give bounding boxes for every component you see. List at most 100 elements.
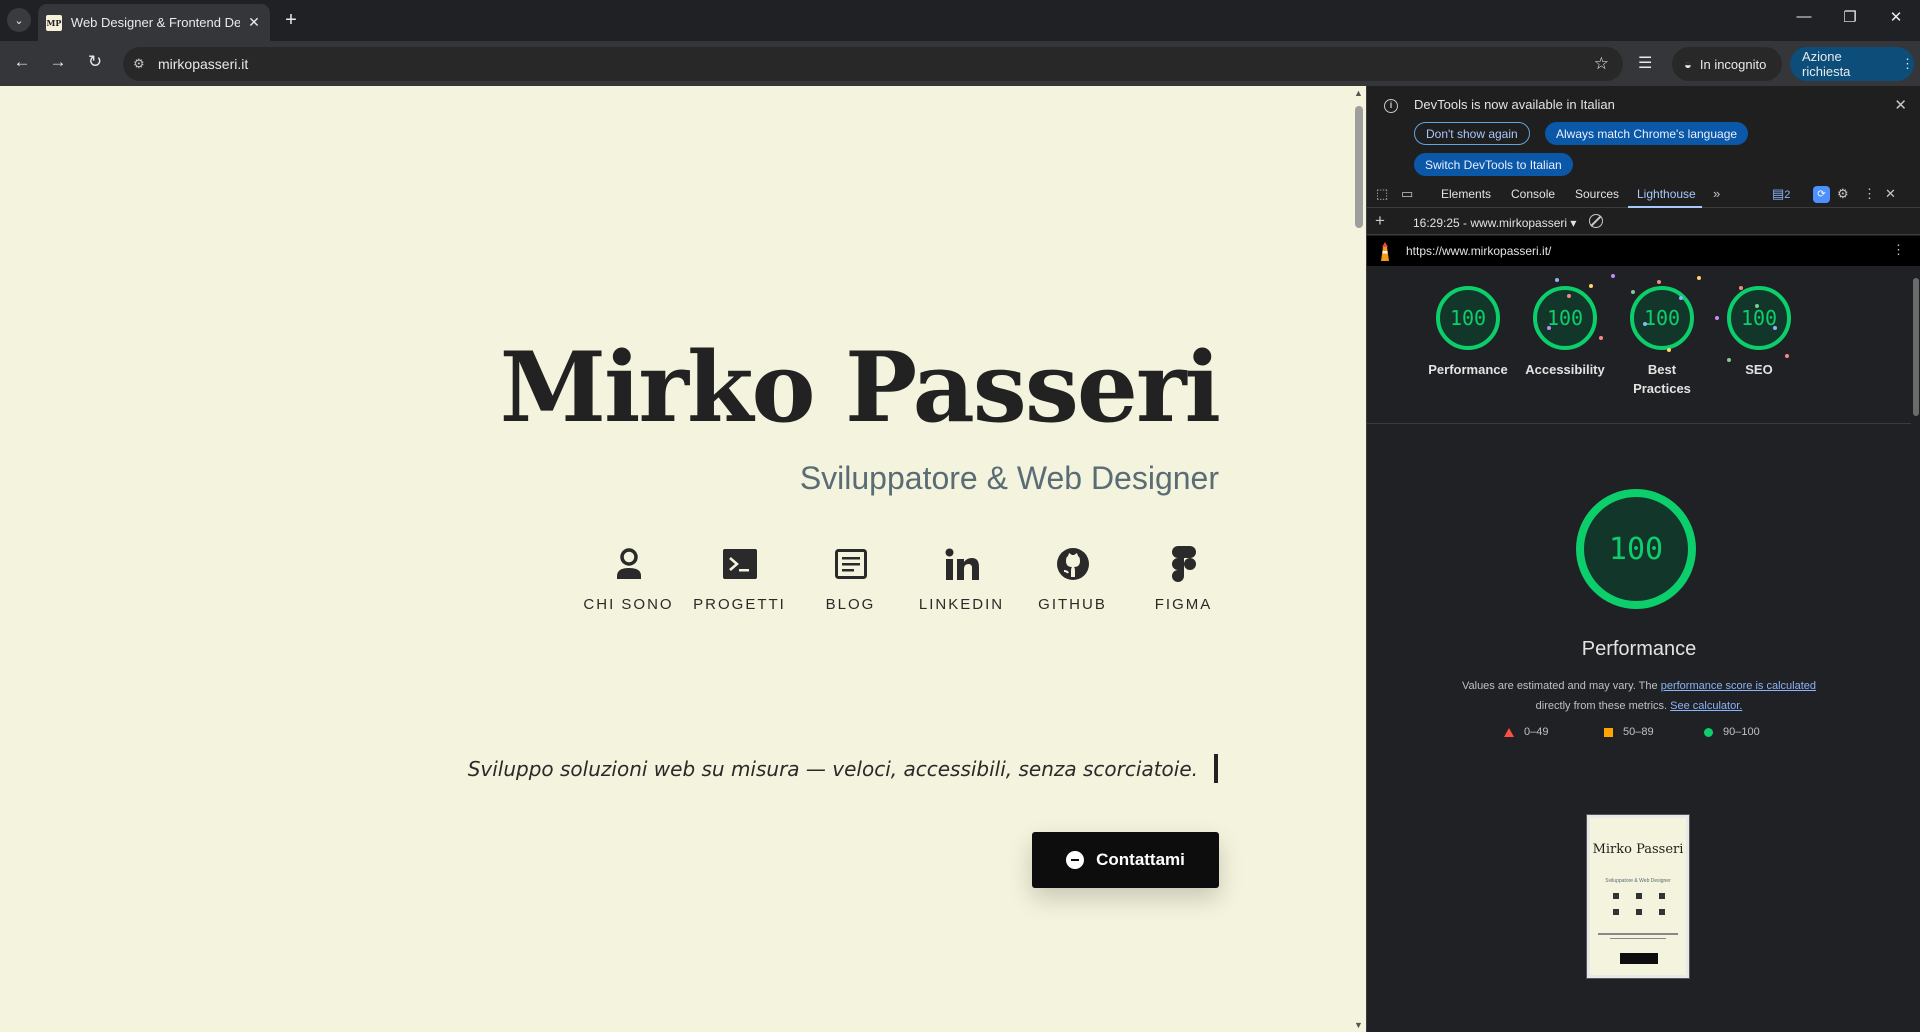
address-url[interactable]: mirkopasseri.it	[158, 56, 248, 72]
window-close-icon[interactable]: ✕	[1884, 8, 1908, 26]
gauge-label: Best Practices	[1633, 362, 1691, 396]
issues-icon[interactable]: ▤2	[1772, 186, 1790, 202]
back-arrow-icon[interactable]: ←	[10, 52, 34, 72]
new-tab-plus-icon[interactable]: +	[280, 9, 302, 31]
contact-button-label: Contattami	[1096, 850, 1185, 869]
media-controls-icon[interactable]: ☰	[1638, 53, 1652, 73]
hero-subtitle: Sviluppatore & Web Designer	[799, 460, 1219, 496]
dont-show-again-button[interactable]: Don't show again	[1414, 122, 1530, 145]
gauge-score: 100	[1533, 286, 1597, 350]
reload-icon[interactable]: ↻	[83, 52, 107, 72]
link-figma[interactable]: FIGMA	[1128, 544, 1239, 613]
scroll-down-arrow-icon[interactable]: ▼	[1354, 1020, 1363, 1030]
performance-score-link[interactable]: performance score is calculated	[1661, 680, 1816, 692]
contact-button[interactable]: Contattami	[1032, 832, 1219, 888]
browser-tab[interactable]: MP Web Designer & Frontend Developer ✕	[38, 4, 270, 41]
performance-title: Performance	[1581, 638, 1697, 660]
tagline-text: Sviluppo soluzioni web su misura — veloc…	[467, 756, 1198, 781]
devtools-menu-icon[interactable]: ⋮	[1863, 186, 1876, 202]
gauge-score: 100	[1630, 286, 1694, 350]
kebab-menu-icon[interactable]: ⋮	[1901, 56, 1914, 72]
issues-count: 2	[1784, 189, 1791, 201]
active-tab-underline	[1628, 206, 1702, 208]
gauge-score: 100	[1727, 286, 1791, 350]
gauge-accessibility[interactable]: 100 Accessibility	[1515, 286, 1615, 379]
tab-elements[interactable]: Elements	[1441, 187, 1491, 201]
github-icon	[1053, 544, 1093, 584]
device-toolbar-icon[interactable]: ▭	[1401, 186, 1413, 202]
devtools-tab-bar: ⬚ ▭ Elements Console Sources Lighthouse …	[1367, 182, 1920, 208]
gauge-label: Performance	[1428, 362, 1508, 377]
report-scrollbar-thumb[interactable]	[1913, 278, 1919, 416]
thumbnail-tagline	[1598, 933, 1678, 943]
minimize-icon[interactable]: —	[1792, 8, 1816, 25]
link-label: FIGMA	[1154, 596, 1213, 613]
link-github[interactable]: GITHUB	[1017, 544, 1128, 613]
devtools-close-icon[interactable]: ✕	[1885, 186, 1896, 202]
lighthouse-url-bar: https://www.mirkopasseri.it/ ⋮	[1367, 236, 1920, 266]
link-progetti[interactable]: PROGETTI	[684, 544, 795, 613]
gauge-seo[interactable]: 100 SEO	[1709, 286, 1809, 379]
infobar-close-icon[interactable]: ✕	[1894, 96, 1907, 114]
report-selector[interactable]: 16:29:25 - www.mirkopasseri ▾	[1413, 216, 1576, 230]
red-triangle-icon	[1504, 727, 1514, 737]
report-scrollbar[interactable]	[1911, 266, 1920, 1032]
gauge-label: SEO	[1745, 362, 1773, 377]
address-bar[interactable]: ⚙ mirkopasseri.it ☆	[123, 47, 1623, 81]
link-chi-sono[interactable]: CHI SONO	[573, 544, 684, 613]
tab-search-chevron-icon[interactable]: ⌄	[7, 8, 31, 32]
language-infobar: i DevTools is now available in Italian ✕…	[1367, 86, 1920, 182]
hero-name: Mirko Passeri	[499, 331, 1221, 444]
page-scrollbar[interactable]: ▲ ▼	[1352, 86, 1366, 1032]
tab-sources[interactable]: Sources	[1575, 187, 1619, 201]
link-label: CHI SONO	[583, 596, 674, 613]
note-prefix: Values are estimated and may vary. The	[1461, 680, 1658, 692]
ai-assistant-icon[interactable]: ⟳	[1813, 186, 1830, 203]
report-menu-icon[interactable]: ⋮	[1892, 242, 1905, 258]
page-screenshot-thumbnail[interactable]: Mirko Passeri Sviluppatore & Web Designe…	[1587, 815, 1689, 978]
lighthouse-logo-icon	[1381, 242, 1389, 261]
see-calculator-link[interactable]: See calculator.	[1670, 700, 1742, 712]
nav-links: CHI SONO PROGETTI BLOG LINKEDIN GITHUB F…	[573, 544, 1239, 613]
green-circle-icon	[1704, 727, 1713, 737]
new-report-plus-icon[interactable]: +	[1375, 211, 1385, 231]
gauge-best-practices[interactable]: 100 Best Practices	[1612, 286, 1712, 398]
link-label: BLOG	[825, 596, 876, 613]
report-selector-label: 16:29:25 - www.mirkopasseri	[1413, 216, 1568, 230]
info-icon: i	[1384, 99, 1398, 113]
scroll-up-arrow-icon[interactable]: ▲	[1354, 88, 1363, 98]
link-blog[interactable]: BLOG	[795, 544, 906, 613]
report-url[interactable]: https://www.mirkopasseri.it/	[1406, 244, 1551, 258]
tab-favicon: MP	[46, 14, 62, 31]
forward-arrow-icon[interactable]: →	[46, 52, 70, 72]
inspect-element-icon[interactable]: ⬚	[1376, 186, 1388, 202]
article-icon	[831, 544, 871, 584]
settings-gear-icon[interactable]: ⚙	[1837, 186, 1849, 202]
action-required-button[interactable]: Azione richiesta ⋮	[1790, 47, 1914, 81]
more-tabs-chevron-icon[interactable]: »	[1713, 186, 1720, 201]
page-scrollbar-thumb[interactable]	[1355, 106, 1363, 228]
score-legend: 0–49 50–89 90–100	[1504, 726, 1804, 738]
switch-to-italian-button[interactable]: Switch DevTools to Italian	[1414, 153, 1573, 176]
link-linkedin[interactable]: LINKEDIN	[906, 544, 1017, 613]
legend-item-pass: 90–100	[1704, 726, 1804, 738]
site-info-icon[interactable]: ⚙	[133, 56, 145, 72]
tab-lighthouse[interactable]: Lighthouse	[1637, 187, 1696, 201]
legend-range: 90–100	[1723, 726, 1760, 738]
bookmark-star-icon[interactable]: ☆	[1594, 54, 1609, 74]
legend-item-average: 50–89	[1604, 726, 1704, 738]
tab-close-icon[interactable]: ✕	[246, 14, 262, 31]
incognito-icon: ◒	[1684, 56, 1692, 72]
clear-reports-icon[interactable]	[1589, 214, 1603, 228]
tab-console[interactable]: Console	[1511, 187, 1555, 201]
incognito-indicator[interactable]: ◒ In incognito	[1672, 47, 1782, 81]
thumbnail-name: Mirko Passeri	[1592, 842, 1684, 857]
browser-toolbar: ← → ↻ ⚙ mirkopasseri.it ☆ ☰ ◒ In incogni…	[0, 41, 1920, 86]
tab-strip: ⌄ MP Web Designer & Frontend Developer ✕…	[0, 0, 1920, 41]
gauge-performance[interactable]: 100 Performance	[1418, 286, 1518, 379]
incognito-label: In incognito	[1699, 56, 1767, 72]
restore-icon[interactable]: ❐	[1838, 8, 1862, 26]
orange-square-icon	[1604, 727, 1613, 737]
always-match-language-button[interactable]: Always match Chrome's language	[1545, 122, 1749, 145]
performance-big-gauge: 100	[1576, 489, 1696, 609]
